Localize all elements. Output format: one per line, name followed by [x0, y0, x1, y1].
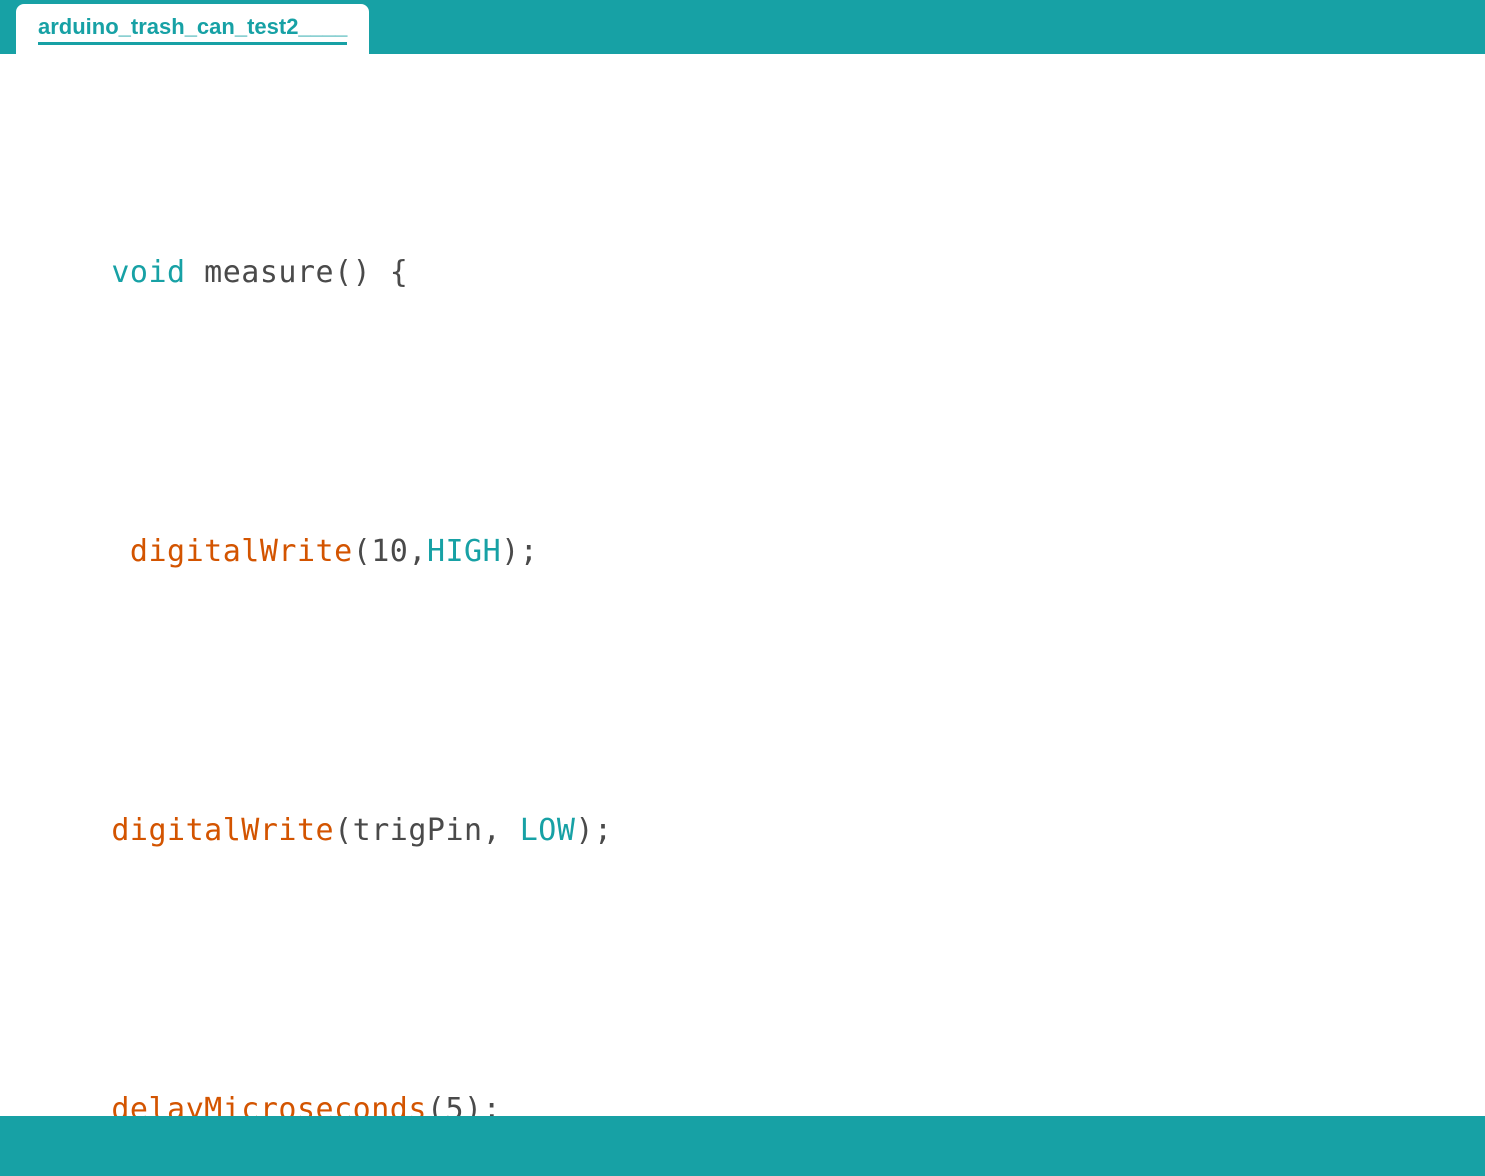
code-editor[interactable]: void measure() { digitalWrite(10,HIGH); … — [0, 54, 1485, 1176]
code-line: digitalWrite(trigPin, LOW); — [0, 762, 1485, 902]
code-line: digitalWrite(10,HIGH); — [0, 483, 1485, 623]
status-bar — [0, 1116, 1485, 1176]
tab-active[interactable]: arduino_trash_can_test2____ — [16, 4, 369, 54]
tab-label: arduino_trash_can_test2____ — [38, 14, 347, 45]
code-line: void measure() { — [0, 204, 1485, 344]
tab-bar: arduino_trash_can_test2____ — [0, 0, 1485, 54]
